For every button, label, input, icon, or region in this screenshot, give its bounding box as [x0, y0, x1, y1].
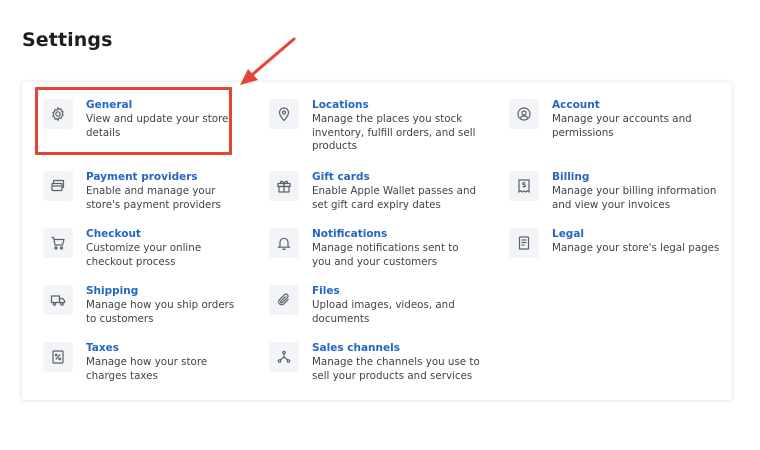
- annotation-arrow: [240, 37, 296, 85]
